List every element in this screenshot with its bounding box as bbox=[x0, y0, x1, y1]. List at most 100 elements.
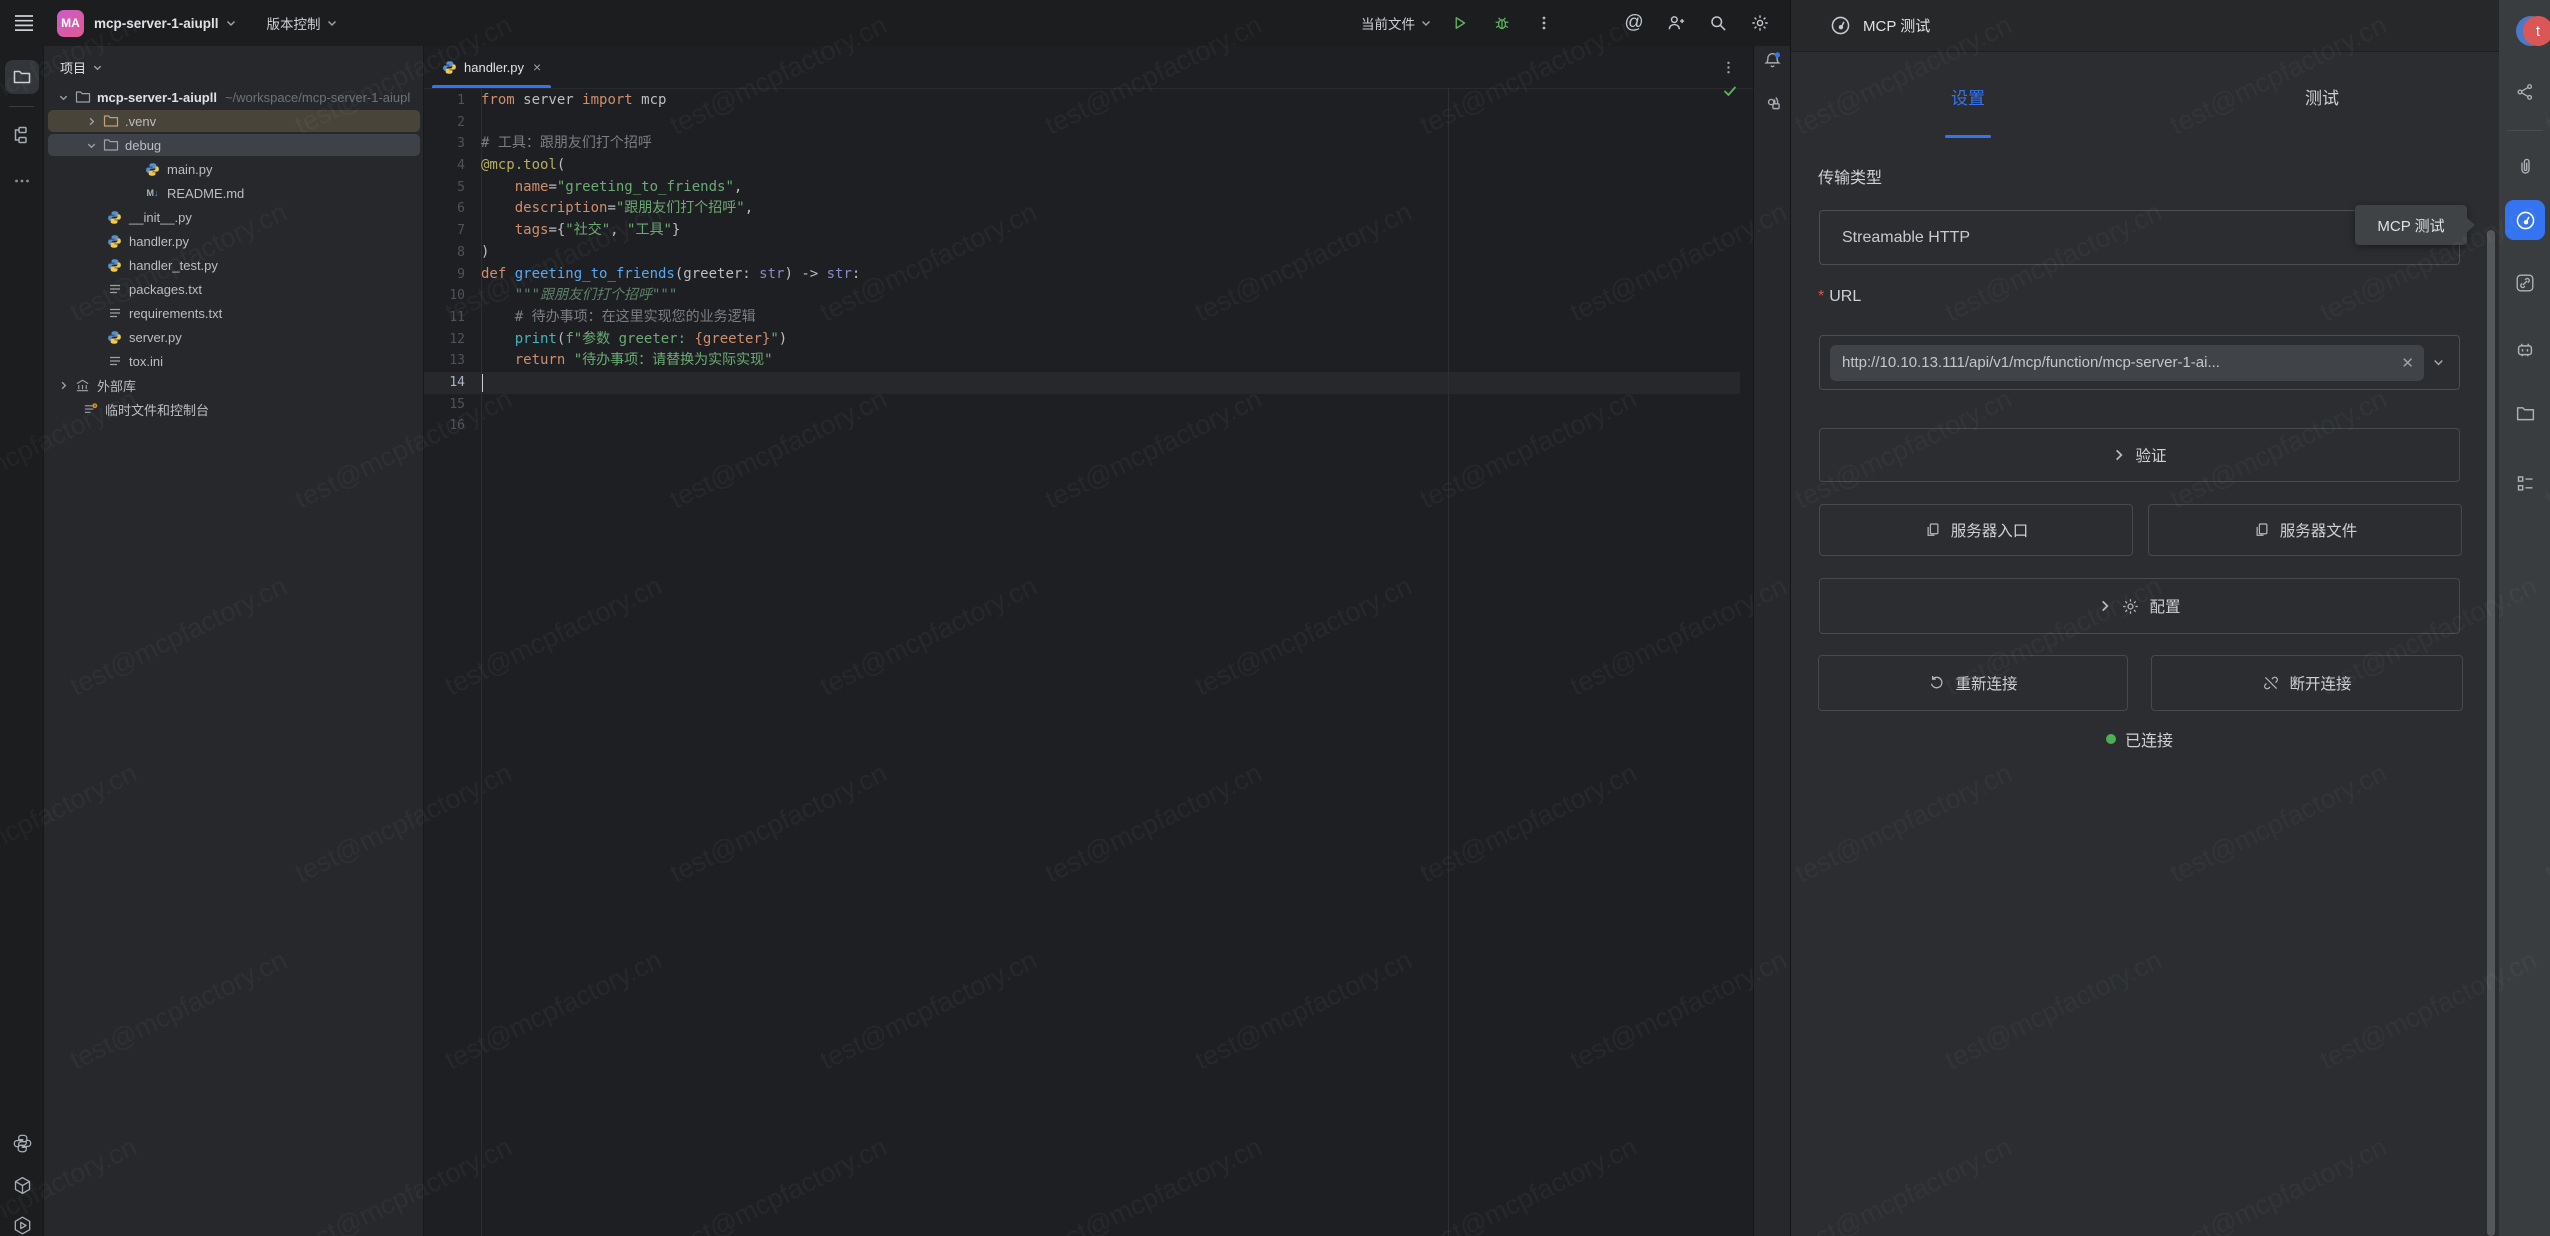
project-tree-header[interactable]: 项目 bbox=[44, 46, 424, 85]
project-badge[interactable]: MA bbox=[57, 10, 84, 37]
text-file-icon bbox=[106, 305, 123, 322]
copy-icon bbox=[2253, 521, 2271, 539]
inspections-ok-widget[interactable] bbox=[1722, 83, 1738, 99]
avatar-letter: t bbox=[2536, 23, 2540, 40]
refresh-icon bbox=[1928, 674, 1946, 692]
run-configuration-selector[interactable]: 当前文件 bbox=[1361, 13, 1432, 33]
project-switcher[interactable]: mcp-server-1-aiupll bbox=[94, 16, 219, 31]
close-icon[interactable]: × bbox=[533, 59, 541, 75]
main-menu-button[interactable] bbox=[9, 8, 39, 38]
chevron-down-icon bbox=[56, 90, 70, 104]
structure-icon bbox=[12, 125, 32, 145]
attach-icon bbox=[2515, 156, 2536, 177]
files-tool-button[interactable] bbox=[2505, 393, 2545, 433]
structure-list-tool-button[interactable] bbox=[2505, 463, 2545, 503]
tree-row-requirements-txt[interactable]: requirements.txt bbox=[44, 301, 424, 325]
chevron-down-icon[interactable] bbox=[2432, 356, 2445, 369]
add-user-button[interactable] bbox=[1662, 9, 1690, 37]
settings-button[interactable] bbox=[1746, 9, 1774, 37]
main-toolbar: MA mcp-server-1-aiupll 版本控制 当前文件 bbox=[0, 0, 1790, 46]
mcp-tabs: 设置 测试 bbox=[1791, 52, 2499, 140]
tree-row-scratches[interactable]: 临时文件和控制台 bbox=[44, 397, 424, 421]
panel-scrollbar[interactable] bbox=[2487, 230, 2495, 1236]
tree-row-server-py[interactable]: server.py bbox=[44, 325, 424, 349]
share-button[interactable] bbox=[2505, 72, 2545, 112]
tree-row-debug[interactable]: debug bbox=[44, 133, 424, 157]
tree-label: .venv bbox=[125, 114, 156, 129]
search-everywhere-button[interactable] bbox=[1704, 9, 1732, 37]
scratch-files-icon bbox=[82, 401, 99, 418]
chevron-down-icon bbox=[1420, 17, 1432, 29]
validate-button[interactable]: 验证 bbox=[1819, 428, 2460, 482]
required-asterisk: * bbox=[1818, 288, 1824, 305]
tab-settings[interactable]: 设置 bbox=[1791, 52, 2145, 140]
tab-test[interactable]: 测试 bbox=[2145, 52, 2499, 140]
copy-icon bbox=[1924, 521, 1942, 539]
remove-url-icon[interactable]: ✕ bbox=[2401, 354, 2414, 372]
folder-icon bbox=[74, 89, 91, 106]
folder-icon bbox=[102, 113, 119, 130]
tree-label: 临时文件和控制台 bbox=[105, 400, 209, 419]
url-value: http://10.10.13.111/api/v1/mcp/function/… bbox=[1842, 354, 2391, 371]
python-packages-button[interactable] bbox=[5, 1168, 39, 1202]
tree-label: 外部库 bbox=[97, 376, 136, 395]
tree-row-handler-py[interactable]: handler.py bbox=[44, 229, 424, 253]
notifications-button[interactable] bbox=[1758, 46, 1787, 75]
disconnect-button[interactable]: 断开连接 bbox=[2151, 655, 2463, 711]
link-icon bbox=[2514, 272, 2536, 294]
run-button[interactable] bbox=[1446, 9, 1474, 37]
markdown-icon: M↓ bbox=[144, 185, 161, 202]
config-button[interactable]: 配置 bbox=[1819, 578, 2460, 634]
avatar[interactable]: t bbox=[2523, 16, 2550, 46]
server-files-button[interactable]: 服务器文件 bbox=[2148, 504, 2462, 556]
url-chip[interactable]: http://10.10.13.111/api/v1/mcp/function/… bbox=[1830, 345, 2424, 381]
tree-row-init-py[interactable]: __init__.py bbox=[44, 205, 424, 229]
debug-button[interactable] bbox=[1488, 9, 1516, 37]
tree-row-root[interactable]: mcp-server-1-aiupll ~/workspace/mcp-serv… bbox=[44, 85, 424, 109]
structure-tool-button[interactable] bbox=[5, 118, 39, 152]
tree-row-main-py[interactable]: main.py bbox=[44, 157, 424, 181]
reconnect-button[interactable]: 重新连接 bbox=[1818, 655, 2128, 711]
screen-share-button[interactable] bbox=[1758, 88, 1787, 117]
mcp-test-tool-button[interactable] bbox=[2505, 200, 2545, 240]
ai-assistant-button[interactable]: @ bbox=[1620, 9, 1648, 37]
more-tools-button[interactable] bbox=[5, 164, 39, 198]
url-label: *URL bbox=[1818, 288, 1861, 306]
editor-area[interactable]: handler.py × 12345678910111213141516 fro… bbox=[423, 46, 1754, 1236]
code-area[interactable]: from server import mcp# 工具：跟朋友们打个招呼@mcp.… bbox=[481, 90, 1740, 437]
server-entry-button[interactable]: 服务器入口 bbox=[1819, 504, 2133, 556]
project-folder-icon bbox=[12, 67, 32, 87]
services-button[interactable] bbox=[5, 1208, 39, 1236]
link-tool-button[interactable] bbox=[2505, 263, 2545, 303]
gear-icon bbox=[2121, 597, 2140, 616]
tree-label: server.py bbox=[129, 330, 182, 345]
transport-type-label: 传输类型 bbox=[1818, 164, 1882, 188]
mcp-gauge-icon bbox=[1829, 14, 1852, 37]
more-actions-button[interactable] bbox=[1530, 9, 1558, 37]
tree-label: packages.txt bbox=[129, 282, 202, 297]
tree-row-venv[interactable]: .venv bbox=[44, 109, 424, 133]
library-icon bbox=[74, 377, 91, 394]
mcp-right-strip: t bbox=[2499, 0, 2550, 1236]
attach-tool-button[interactable] bbox=[2505, 146, 2545, 186]
tree-row-readme[interactable]: M↓ README.md bbox=[44, 181, 424, 205]
tab-list-button[interactable] bbox=[1721, 46, 1736, 88]
tree-row-tox-ini[interactable]: tox.ini bbox=[44, 349, 424, 373]
search-icon bbox=[1708, 13, 1728, 33]
chevron-right-icon bbox=[84, 114, 98, 128]
tab-handler-py[interactable]: handler.py × bbox=[432, 46, 551, 88]
editor-tab-bar: handler.py × bbox=[424, 46, 1754, 89]
gutter[interactable]: 12345678910111213141516 bbox=[424, 90, 481, 437]
check-icon bbox=[1722, 83, 1738, 99]
tree-row-packages-txt[interactable]: packages.txt bbox=[44, 277, 424, 301]
tree-row-handler-test-py[interactable]: handler_test.py bbox=[44, 253, 424, 277]
services-icon bbox=[12, 1215, 33, 1236]
python-console-button[interactable] bbox=[5, 1126, 39, 1160]
robot-tool-button[interactable] bbox=[2505, 330, 2545, 370]
bell-icon bbox=[1762, 50, 1783, 71]
vcs-widget[interactable]: 版本控制 bbox=[267, 13, 338, 33]
text-file-icon bbox=[106, 353, 123, 370]
project-tool-button[interactable] bbox=[5, 60, 39, 94]
tree-row-external-libraries[interactable]: 外部库 bbox=[44, 373, 424, 397]
url-combobox[interactable]: http://10.10.13.111/api/v1/mcp/function/… bbox=[1819, 335, 2460, 390]
